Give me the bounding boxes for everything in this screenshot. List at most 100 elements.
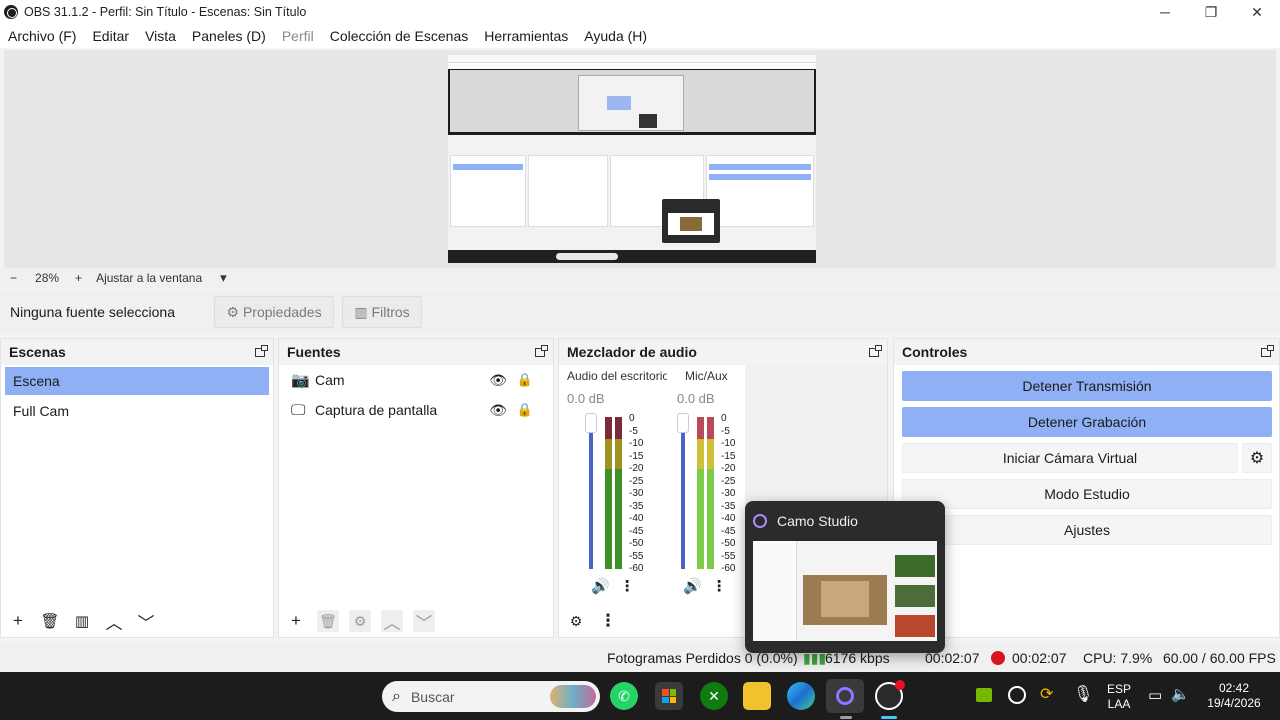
volume-fader[interactable]: [589, 417, 593, 569]
preview-nested-canvas: [450, 70, 814, 132]
more-options-icon[interactable]: ⋮: [597, 610, 619, 632]
camo-studio-preview-popup[interactable]: Camo Studio: [745, 501, 945, 653]
zoom-fit-label[interactable]: Ajustar a la ventana: [96, 271, 202, 285]
camo-logo-icon: [753, 514, 767, 528]
float-dock-icon[interactable]: [255, 344, 268, 357]
volume-icon[interactable]: 🔈: [1171, 685, 1190, 703]
edge-browser-icon[interactable]: [787, 682, 815, 710]
menu-tools[interactable]: Herramientas: [476, 24, 576, 48]
speaker-icon[interactable]: 🔊: [591, 577, 610, 595]
source-label: Cam: [315, 372, 345, 388]
add-icon[interactable]: +: [7, 610, 29, 632]
more-options-icon[interactable]: ⋮: [712, 577, 727, 595]
microphone-icon[interactable]: 🎙: [1073, 684, 1093, 704]
obs-tray-icon[interactable]: [1008, 686, 1026, 704]
camo-thumb-tile: [895, 615, 935, 637]
menu-view[interactable]: Vista: [137, 24, 184, 48]
camo-studio-taskbar-icon[interactable]: [826, 679, 864, 713]
source-item[interactable]: 🖵 Captura de pantalla 👁 🔒: [279, 395, 553, 425]
properties-button[interactable]: ⚙ Propiedades: [214, 296, 334, 328]
whatsapp-icon[interactable]: ✆: [610, 682, 638, 710]
file-explorer-icon[interactable]: [743, 682, 771, 710]
eye-icon[interactable]: 👁: [489, 402, 507, 419]
language-indicator[interactable]: ESP LAA: [1104, 682, 1134, 712]
stop-streaming-button[interactable]: Detener Transmisión: [902, 371, 1272, 401]
minimize-button[interactable]: ─: [1142, 0, 1188, 24]
virtual-camera-settings-gear-icon[interactable]: ⚙: [1242, 443, 1272, 473]
scene-item[interactable]: Escena: [5, 367, 269, 395]
menu-file[interactable]: Archivo (F): [0, 24, 84, 48]
microsoft-store-icon[interactable]: [655, 682, 683, 710]
taskbar-search-box[interactable]: ⌕ Buscar: [382, 681, 600, 712]
channel-controls: 🔊 ⋮: [591, 577, 635, 595]
stop-recording-button[interactable]: Detener Grabación: [902, 407, 1272, 437]
sources-header: Fuentes: [279, 339, 553, 365]
sources-dock: Fuentes 📷 Cam 👁 🔒 🖵 Captura de pantalla …: [278, 338, 554, 638]
preview-area[interactable]: [4, 50, 1276, 268]
studio-mode-button[interactable]: Modo Estudio: [902, 479, 1272, 509]
camo-thumb-tile: [895, 555, 935, 577]
float-dock-icon[interactable]: [535, 344, 548, 357]
obs-taskbar-icon[interactable]: [875, 680, 905, 710]
trash-icon[interactable]: 🗑: [39, 610, 61, 632]
eye-icon[interactable]: 👁: [489, 372, 507, 389]
source-label: Captura de pantalla: [315, 402, 438, 418]
menu-profile[interactable]: Perfil: [274, 24, 322, 48]
language-code: ESP: [1106, 682, 1131, 696]
camera-icon: 📷: [291, 372, 310, 389]
clock[interactable]: 02:42 19/4/2026: [1196, 681, 1272, 711]
start-virtual-camera-button[interactable]: Iniciar Cámara Virtual: [902, 443, 1238, 473]
camo-window-thumbnail[interactable]: [753, 541, 937, 641]
record-indicator-icon: [991, 651, 1005, 665]
menu-docks[interactable]: Paneles (D): [184, 24, 274, 48]
float-dock-icon[interactable]: [1261, 344, 1274, 357]
more-options-icon[interactable]: ⋮: [620, 577, 635, 595]
lock-icon[interactable]: 🔒: [517, 372, 533, 388]
windows-start-icon[interactable]: [342, 682, 368, 708]
network-icon[interactable]: ▭: [1148, 686, 1162, 704]
chevron-up-icon[interactable]: ︿: [381, 610, 403, 633]
gear-icon[interactable]: ⚙: [349, 610, 371, 632]
cpu-usage: CPU: 7.9%: [1083, 650, 1153, 666]
menu-edit[interactable]: Editar: [84, 24, 137, 48]
settings-button[interactable]: Ajustes: [902, 515, 1272, 545]
clock-time: 02:42: [1218, 681, 1250, 695]
fader-handle[interactable]: [585, 413, 597, 433]
zoom-out-button[interactable]: −: [10, 271, 17, 285]
filter-icon[interactable]: ▥: [71, 610, 93, 632]
menu-scene-collection[interactable]: Colección de Escenas: [322, 24, 477, 48]
search-icon: ⌕: [392, 687, 401, 705]
notification-badge: [895, 680, 905, 690]
sync-tray-icon[interactable]: ⟳: [1040, 684, 1053, 704]
source-item[interactable]: 📷 Cam 👁 🔒: [279, 365, 553, 395]
meter-scale: 0 -5 -10 -15 -20 -25 -30 -35 -40 -45 -50 -55 -60: [629, 413, 644, 574]
zoom-bar: − 28% + Ajustar a la ventana ▾: [0, 268, 1280, 288]
trash-icon[interactable]: 🗑: [317, 610, 339, 632]
maximize-button[interactable]: ❐: [1188, 0, 1234, 24]
lock-icon[interactable]: 🔒: [517, 402, 533, 418]
chevron-down-icon[interactable]: ﹀: [413, 610, 435, 633]
menu-help[interactable]: Ayuda (H): [576, 24, 655, 48]
chevron-down-icon[interactable]: ﹀: [135, 610, 157, 633]
nvidia-tray-icon[interactable]: [976, 688, 992, 702]
filters-button[interactable]: ▥ Filtros: [342, 296, 422, 328]
scenes-header: Escenas: [1, 339, 273, 365]
zoom-dropdown-icon[interactable]: ▾: [220, 270, 227, 286]
zoom-in-button[interactable]: +: [75, 271, 82, 285]
obs-logo-icon: [4, 5, 18, 19]
fader-handle[interactable]: [677, 413, 689, 433]
volume-fader[interactable]: [681, 417, 685, 569]
preview-nested-controls: [706, 155, 814, 227]
xbox-icon[interactable]: ✕: [700, 682, 728, 710]
float-dock-icon[interactable]: [869, 344, 882, 357]
camo-thumb-main-video: [803, 575, 887, 625]
chevron-up-icon[interactable]: ︿: [103, 610, 125, 633]
scenes-title: Escenas: [9, 344, 66, 360]
speaker-icon[interactable]: 🔊: [683, 577, 702, 595]
scene-item[interactable]: Full Cam: [5, 397, 269, 425]
preview-nested-thumb: [639, 114, 657, 128]
advanced-audio-icon[interactable]: ⚙: [565, 610, 587, 632]
close-button[interactable]: ✕: [1234, 0, 1280, 24]
controls-title: Controles: [902, 344, 968, 360]
add-icon[interactable]: +: [285, 610, 307, 632]
